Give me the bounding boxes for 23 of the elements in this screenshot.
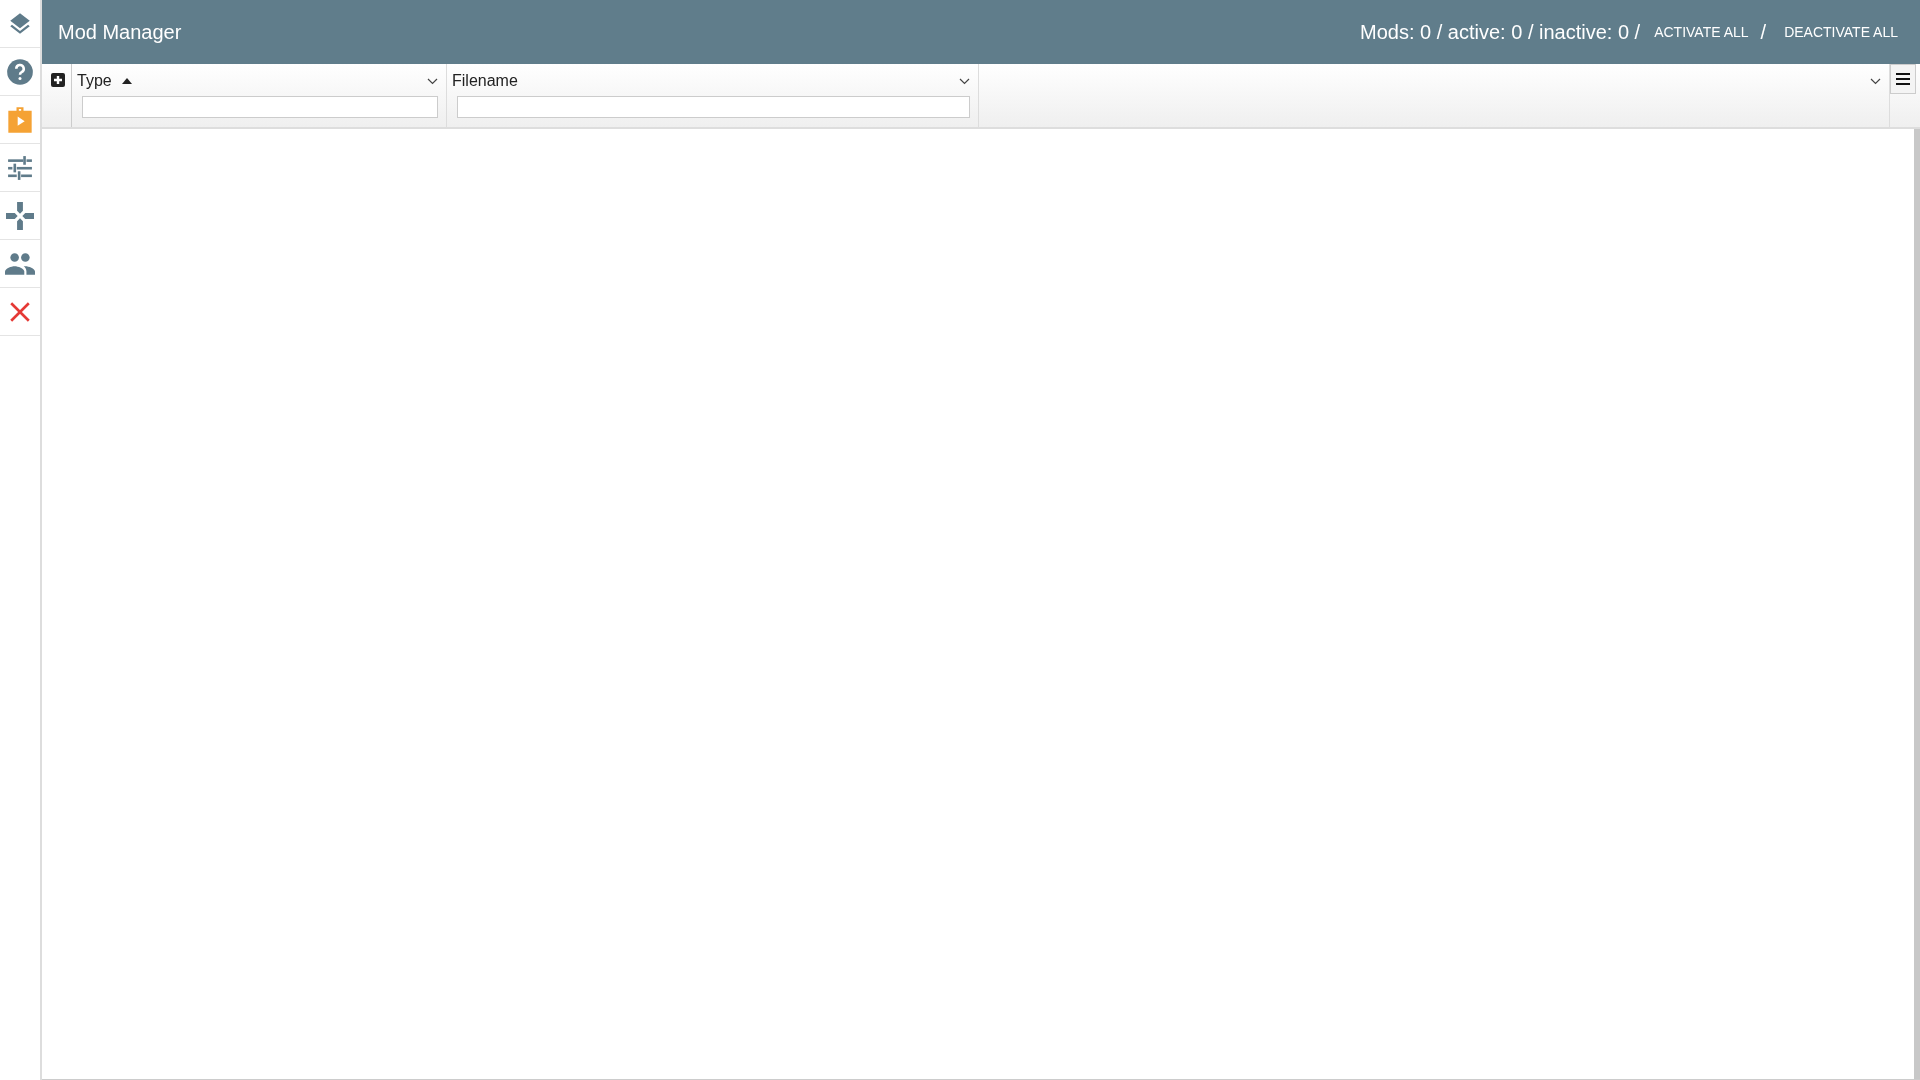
chevron-down-icon[interactable] [1870,77,1881,85]
sort-ascending-icon [121,78,132,84]
filter-field[interactable] [457,96,970,118]
column-header[interactable]: Type [77,72,112,90]
briefcase-play-icon [6,106,34,133]
chevron-down-icon[interactable] [959,77,970,85]
page-title: Mod Manager [58,20,183,44]
chevron-down-icon[interactable] [427,77,438,85]
close-icon [9,300,31,323]
expand-all-icon[interactable] [51,73,65,87]
menu-icon [1896,73,1910,85]
help-icon [6,57,34,86]
sliders-icon [7,155,33,180]
scrollbar[interactable] [1914,129,1920,1079]
people-icon [5,252,35,275]
mod-stats: Mods: 0 / active: 0 / inactive: 0 / [1360,20,1641,44]
activate-all-button[interactable]: ACTIVATE ALL [1646,18,1757,46]
deactivate-all-button[interactable]: DEACTIVATE ALL [1776,18,1906,46]
column-header[interactable]: Filename [452,72,518,90]
separator: / [1760,20,1767,44]
filter-field[interactable] [82,96,438,118]
gamepad-icon [6,201,34,230]
column-menu-button[interactable] [1890,64,1916,94]
